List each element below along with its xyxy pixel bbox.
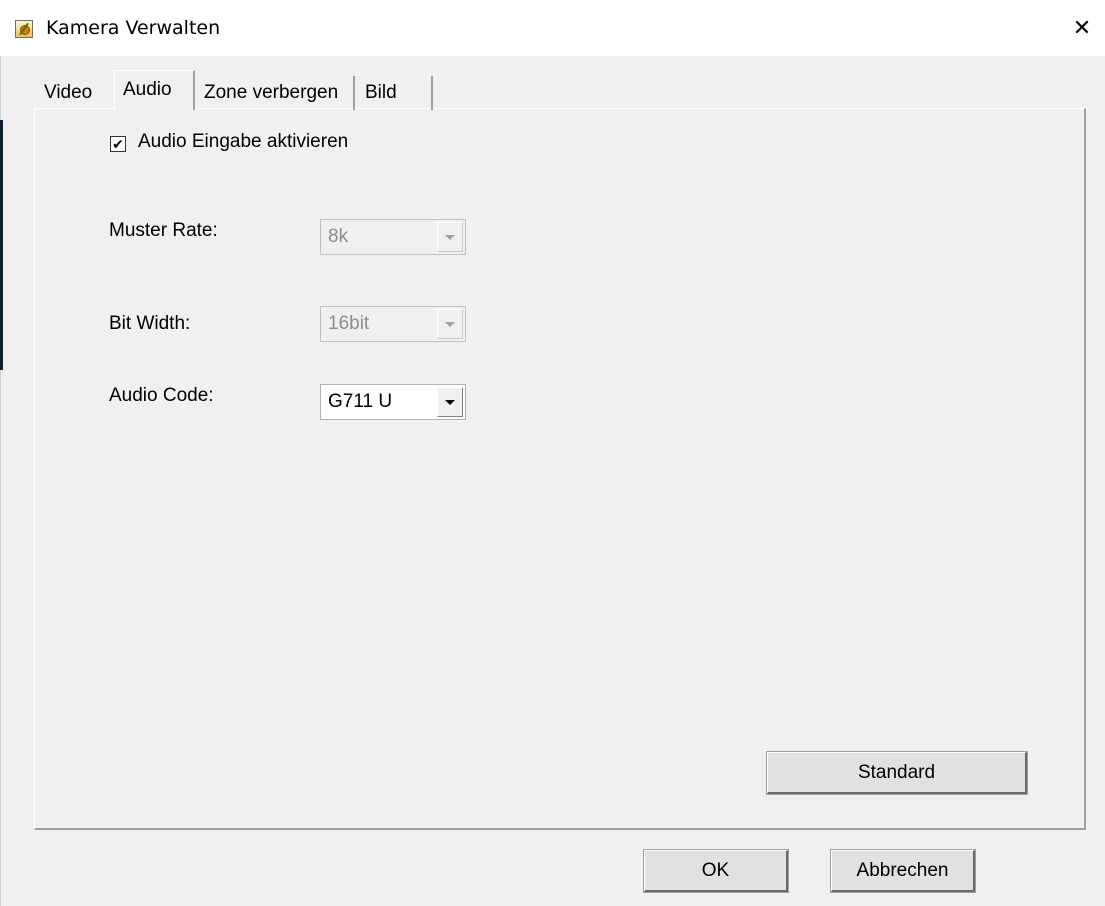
sample-rate-select[interactable]: 8k <box>320 219 466 255</box>
title-bar: Kamera Verwalten ✕ <box>0 0 1105 56</box>
audio-input-checkbox-label[interactable]: Audio Eingabe aktivieren <box>138 131 348 153</box>
sample-rate-value: 8k <box>328 226 349 247</box>
chevron-down-icon <box>437 222 463 252</box>
ok-button[interactable]: OK <box>643 849 789 893</box>
cancel-button[interactable]: Abbrechen <box>830 849 976 893</box>
audio-code-value: G711 U <box>328 391 393 412</box>
tab-bild[interactable]: Bild <box>357 76 433 110</box>
tab-panel-audio <box>34 108 1086 830</box>
chevron-down-icon <box>437 387 463 417</box>
checkmark-icon: ✔ <box>112 136 124 152</box>
tab-video[interactable]: Video <box>36 76 114 110</box>
close-button[interactable]: ✕ <box>1059 8 1105 48</box>
bit-width-label: Bit Width: <box>109 313 191 334</box>
window-title: Kamera Verwalten <box>46 17 221 39</box>
bit-width-value: 16bit <box>328 313 370 334</box>
audio-code-select[interactable]: G711 U <box>320 384 466 420</box>
sample-rate-label: Muster Rate: <box>109 220 218 241</box>
background-window-edge <box>0 120 3 370</box>
tab-audio[interactable]: Audio <box>114 70 195 110</box>
bit-width-select[interactable]: 16bit <box>320 306 466 342</box>
chevron-down-icon <box>437 309 463 339</box>
audio-code-label: Audio Code: <box>109 385 214 406</box>
camera-app-icon <box>15 20 33 38</box>
audio-input-checkbox[interactable]: ✔ <box>110 136 126 152</box>
standard-button[interactable]: Standard <box>766 751 1028 795</box>
tab-zone-verbergen[interactable]: Zone verbergen <box>196 76 355 110</box>
